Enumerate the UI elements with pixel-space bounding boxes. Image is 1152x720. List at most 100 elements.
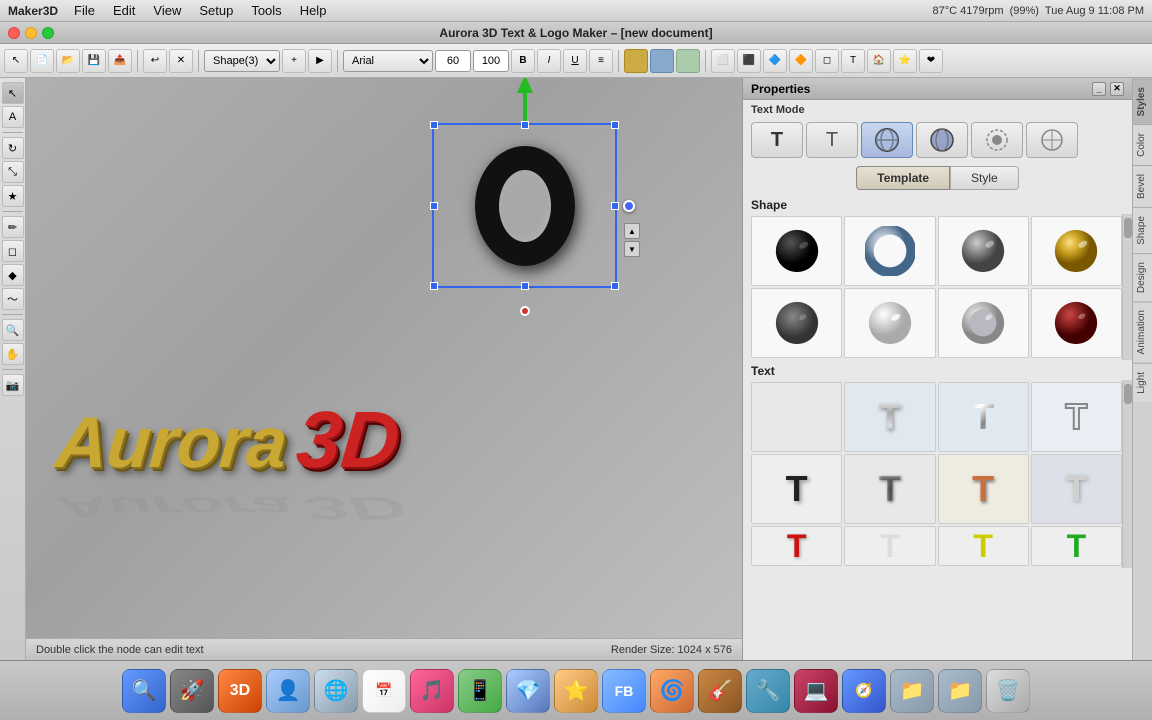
shape-item-white[interactable] [844,288,935,358]
dock-app8[interactable]: 🔧 [746,669,790,713]
shape-item-dark-red[interactable] [1031,288,1122,358]
save-btn[interactable]: 💾 [82,49,106,73]
shape-item-hollow[interactable] [938,288,1029,358]
panel-close-btn[interactable]: ✕ [1110,82,1124,96]
rotate-tool[interactable]: ↻ [2,137,24,159]
menu-help[interactable]: Help [292,1,335,20]
text-item-silver[interactable]: T [844,382,935,452]
hand-tool[interactable]: ✋ [2,343,24,365]
dock-app7[interactable]: 🎸 [698,669,742,713]
bold-btn[interactable]: B [511,49,535,73]
right-tab-bevel[interactable]: Bevel [1133,165,1152,207]
right-tab-design[interactable]: Design [1133,253,1152,301]
right-tab-styles[interactable]: Styles [1133,78,1152,124]
text-item-chrome[interactable]: T [938,382,1029,452]
text-item-light[interactable]: T [1031,454,1122,524]
3d-btn6[interactable]: T [841,49,865,73]
dock-launchpad[interactable]: 🚀 [170,669,214,713]
shape-item-dark-grey[interactable] [751,288,842,358]
mode-arc[interactable]: T [806,122,858,158]
text-item-empty[interactable] [751,382,842,452]
tab-template[interactable]: Template [856,166,950,190]
text-item-red[interactable]: T [751,526,842,566]
text-item-yellow[interactable]: T [938,526,1029,566]
node-tool[interactable]: ◆ [2,264,24,286]
text-item-metallic[interactable]: T [844,454,935,524]
mode-normal[interactable]: T [751,122,803,158]
3d-btn9[interactable]: ❤ [919,49,943,73]
mode-sphere[interactable] [861,122,913,158]
menu-setup[interactable]: Setup [191,1,241,20]
delete-btn[interactable]: ✕ [169,49,193,73]
text-item-green[interactable]: T [1031,526,1122,566]
dock-folder2[interactable]: 📁 [938,669,982,713]
dock-app1[interactable]: 👤 [266,669,310,713]
minimize-button[interactable] [25,27,37,39]
dock-folder1[interactable]: 📁 [890,669,934,713]
bezier-tool[interactable]: 〜 [2,288,24,310]
dock-music[interactable]: 🎵 [410,669,454,713]
right-tab-animation[interactable]: Animation [1133,301,1152,362]
3d-btn1[interactable]: ⬜ [711,49,735,73]
mode-extrude[interactable] [971,122,1023,158]
arrow-up[interactable]: ▲ [624,223,640,239]
new-btn[interactable]: 📄 [30,49,54,73]
font-size-input[interactable] [435,50,471,72]
dock-maker3d[interactable]: 3D [218,669,262,713]
3d-btn3[interactable]: 🔷 [763,49,787,73]
text-item-white2[interactable]: T [844,526,935,566]
pointer-tool[interactable]: ↖ [4,49,28,73]
open-btn[interactable]: 📂 [56,49,80,73]
menu-view[interactable]: View [145,1,189,20]
star-tool[interactable]: ★ [2,185,24,207]
blue-dot-handle[interactable] [623,200,635,212]
export-btn[interactable]: 📤 [108,49,132,73]
dock-app3[interactable]: 💎 [506,669,550,713]
red-dot-handle[interactable] [520,306,530,316]
menu-edit[interactable]: Edit [105,1,143,20]
shape-item-grey[interactable] [938,216,1029,286]
color1-btn[interactable] [624,49,648,73]
dock-app5[interactable]: FB [602,669,646,713]
dock-app4[interactable]: ⭐ [554,669,598,713]
right-tab-light[interactable]: Light [1133,363,1152,402]
tab-style[interactable]: Style [950,166,1019,190]
dock-finder[interactable]: 🔍 [122,669,166,713]
arrow-down[interactable]: ▼ [624,241,640,257]
shape-item-gold[interactable] [1031,216,1122,286]
zoom-tool[interactable]: 🔍 [2,319,24,341]
3d-btn7[interactable]: 🏠 [867,49,891,73]
color2-btn[interactable] [650,49,674,73]
play-btn[interactable]: ▶ [308,49,332,73]
text-scrollbar[interactable] [1122,380,1132,568]
color3-btn[interactable] [676,49,700,73]
right-tab-shape[interactable]: Shape [1133,207,1152,253]
text-item-copper[interactable]: T [938,454,1029,524]
maximize-button[interactable] [42,27,54,39]
undo-btn[interactable]: ↩ [143,49,167,73]
scale-tool[interactable]: ⤡ [2,161,24,183]
dock-app9[interactable]: 💻 [794,669,838,713]
dock-app2[interactable]: 🌐 [314,669,358,713]
dock-safari[interactable]: 🧭 [842,669,886,713]
menu-tools[interactable]: Tools [243,1,289,20]
cam-tool[interactable]: 📷 [2,374,24,396]
mode-other[interactable] [1026,122,1078,158]
italic-btn[interactable]: I [537,49,561,73]
mode-wave[interactable] [916,122,968,158]
3d-btn5[interactable]: ◻ [815,49,839,73]
underline-btn[interactable]: U [563,49,587,73]
panel-min-btn[interactable]: _ [1092,82,1106,96]
dock-calendar[interactable]: 📅 [362,669,406,713]
add-shape-btn[interactable]: + [282,49,306,73]
select-tool[interactable]: ↖ [2,82,24,104]
close-button[interactable] [8,27,20,39]
dock-phone[interactable]: 📱 [458,669,502,713]
text-item-outline[interactable]: T [1031,382,1122,452]
shape-item-black[interactable] [751,216,842,286]
align-btn[interactable]: ≡ [589,49,613,73]
canvas-area[interactable]: Aurora 3D Aurora 3D [26,78,742,660]
3d-btn4[interactable]: 🔶 [789,49,813,73]
font-select[interactable]: Arial [343,50,433,72]
shape-scrollbar[interactable] [1122,214,1132,360]
